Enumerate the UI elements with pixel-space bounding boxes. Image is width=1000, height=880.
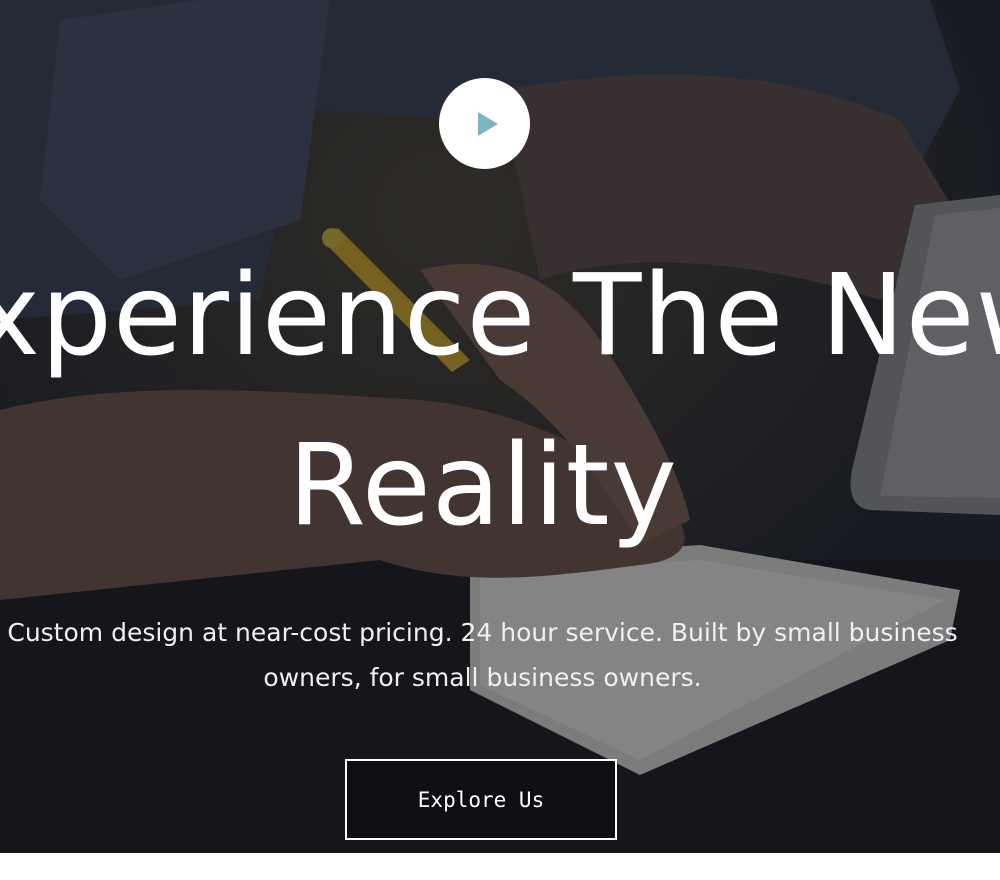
hero-subtitle: Custom design at near-cost pricing. 24 h…: [0, 610, 1000, 700]
hero-subtitle-line1: Custom design at near-cost pricing. 24 h…: [7, 618, 958, 647]
hero-subtitle-line2: owners, for small business owners.: [263, 663, 702, 692]
hero-headline-line2: Reality: [288, 421, 678, 551]
play-icon: [477, 111, 498, 136]
hero-section: Experience The New Reality Custom design…: [0, 0, 1000, 853]
explore-us-button[interactable]: Explore Us: [345, 759, 617, 840]
play-video-button[interactable]: [439, 78, 530, 169]
hero-headline-line1: Experience The New: [0, 251, 1000, 381]
